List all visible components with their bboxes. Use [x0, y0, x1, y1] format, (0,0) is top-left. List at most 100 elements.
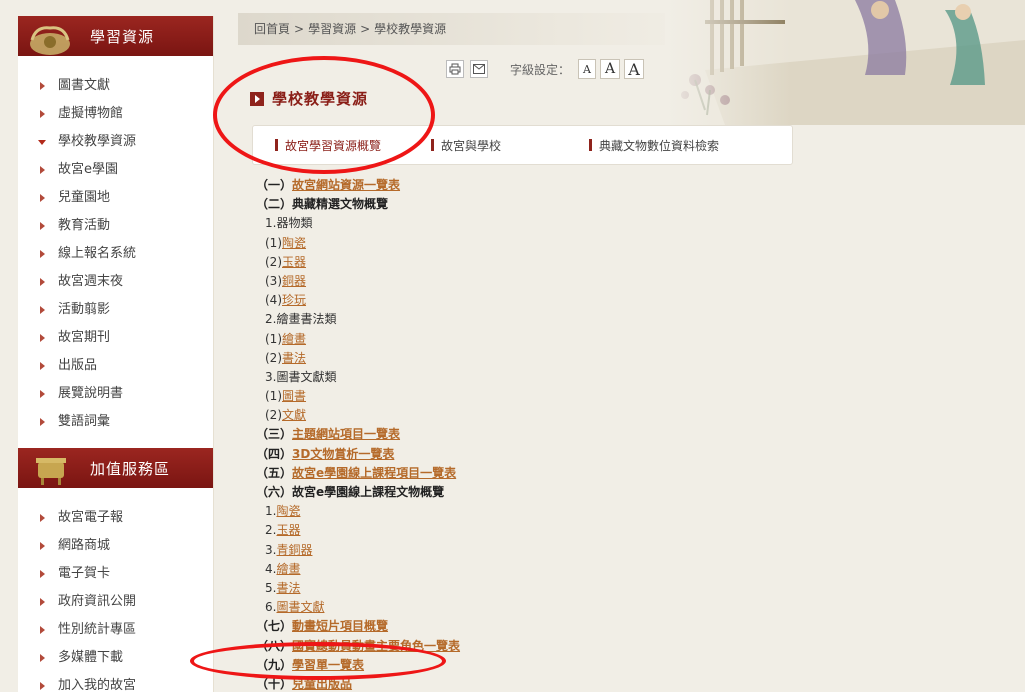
- resource-list: （一）故宮網站資源一覽表 （二）典藏精選文物概覽 1.器物類 (1)陶瓷 (2)玉器 (3…: [256, 176, 776, 692]
- caret-right-icon: [40, 166, 45, 174]
- resource-link[interactable]: 學習單一覽表: [292, 658, 364, 672]
- sidebar-item[interactable]: 教育活動: [18, 212, 213, 240]
- sidebar-item[interactable]: 故宮期刊: [18, 324, 213, 352]
- sidebar-item-label: 出版品: [58, 358, 98, 373]
- resource-link[interactable]: 圖書文獻: [276, 600, 324, 614]
- sidebar-section-title: 加值服務區: [90, 459, 171, 478]
- resource-link[interactable]: 繪畫: [276, 562, 300, 576]
- sidebar-item-label: 雙語詞彙: [58, 414, 111, 429]
- resource-link[interactable]: 故宮網站資源一覽表: [292, 178, 400, 192]
- page-title: 學校教學資源: [250, 88, 368, 109]
- sidebar-item[interactable]: 學校教學資源: [18, 128, 213, 156]
- sidebar-item[interactable]: 加入我的故宮: [18, 672, 213, 692]
- breadcrumb-separator: >: [360, 22, 371, 36]
- sidebar-item[interactable]: 故宮e學園: [18, 156, 213, 184]
- list-item-prefix: 1.: [265, 216, 277, 231]
- resource-link[interactable]: 兒童出版品: [292, 677, 352, 691]
- bronze-vessel-icon: [36, 458, 66, 485]
- list-item: 6.圖書文獻: [256, 598, 776, 617]
- tab-museum-and-school[interactable]: 故宮與學校: [431, 137, 501, 154]
- sidebar-item-label: 政府資訊公開: [58, 594, 137, 609]
- resource-link[interactable]: 故宮e學園線上課程項目一覽表: [292, 466, 456, 480]
- resource-link[interactable]: 陶瓷: [276, 504, 300, 518]
- list-item-prefix: (1): [265, 389, 282, 404]
- list-item: 2.繪畫書法類: [256, 310, 776, 329]
- list-item: 5.書法: [256, 579, 776, 598]
- resource-link[interactable]: 文獻: [282, 408, 306, 422]
- sidebar-item[interactable]: 活動翦影: [18, 296, 213, 324]
- sidebar-item-label: 故宮e學園: [58, 162, 118, 177]
- resource-link[interactable]: 3D文物賞析一覽表: [292, 447, 394, 461]
- resource-link[interactable]: 書法: [282, 351, 306, 365]
- sidebar-item[interactable]: 多媒體下載: [18, 644, 213, 672]
- list-item: （五）故宮e學園線上課程項目一覽表: [256, 464, 776, 483]
- resource-link[interactable]: 書法: [276, 581, 300, 595]
- sidebar-item[interactable]: 出版品: [18, 352, 213, 380]
- caret-down-icon: [38, 140, 46, 145]
- list-item-label: 器物類: [276, 216, 313, 231]
- print-icon: [449, 63, 461, 75]
- resource-link[interactable]: 國寶總動員動畫主要角色一覽表: [292, 639, 460, 653]
- list-item: （一）故宮網站資源一覽表: [256, 176, 776, 195]
- resource-link[interactable]: 動畫短片項目概覽: [292, 619, 388, 633]
- list-item-prefix: 3.: [265, 542, 277, 557]
- breadcrumb-item[interactable]: 回首頁: [254, 22, 290, 36]
- tab-collection-search[interactable]: 典藏文物數位資料檢索: [589, 137, 719, 154]
- list-item: 3.青銅器: [256, 541, 776, 560]
- caret-right-icon: [40, 334, 45, 342]
- resource-link[interactable]: 青銅器: [276, 543, 312, 557]
- list-item-prefix: （五）: [256, 465, 293, 480]
- caret-right-icon: [40, 362, 45, 370]
- sidebar-item[interactable]: 故宮電子報: [18, 504, 213, 532]
- sidebar-item-label: 兒童園地: [58, 190, 111, 205]
- caret-right-icon: [40, 278, 45, 286]
- tab-overview[interactable]: 故宮學習資源概覽: [275, 137, 381, 154]
- resource-link[interactable]: 陶瓷: [282, 236, 306, 250]
- sidebar-item[interactable]: 故宮週末夜: [18, 268, 213, 296]
- sidebar-item[interactable]: 網路商城: [18, 532, 213, 560]
- list-item-prefix: (1): [265, 235, 282, 250]
- sidebar-item[interactable]: 性別統計專區: [18, 616, 213, 644]
- email-button[interactable]: [470, 60, 488, 78]
- resource-link[interactable]: 玉器: [282, 255, 306, 269]
- list-item: （八）國寶總動員動畫主要角色一覽表: [256, 637, 776, 656]
- list-item: （二）典藏精選文物概覽: [256, 195, 776, 214]
- resource-link[interactable]: 銅器: [282, 274, 306, 288]
- list-item: 4.繪畫: [256, 560, 776, 579]
- list-item: （七）動畫短片項目概覽: [256, 617, 776, 636]
- sidebar-item[interactable]: 政府資訊公開: [18, 588, 213, 616]
- decorative-painting: [665, 0, 1025, 125]
- sidebar-item-label: 虛擬博物館: [58, 106, 124, 121]
- resource-link[interactable]: 玉器: [276, 523, 300, 537]
- list-item-prefix: （一）: [256, 178, 293, 192]
- list-item-prefix: 1.: [265, 504, 277, 519]
- list-item-prefix: 6.: [265, 600, 277, 615]
- sidebar-item-label: 多媒體下載: [58, 650, 124, 665]
- sidebar-item[interactable]: 電子賀卡: [18, 560, 213, 588]
- resource-link[interactable]: 主題網站項目一覽表: [292, 427, 400, 441]
- list-item: (1)圖書: [256, 387, 776, 406]
- font-medium-button[interactable]: A: [600, 59, 621, 79]
- resource-link[interactable]: 圖書: [282, 389, 306, 403]
- caret-right-icon: [40, 390, 45, 398]
- list-item: 2.玉器: [256, 521, 776, 540]
- sidebar-item[interactable]: 雙語詞彙: [18, 408, 213, 436]
- sidebar-item[interactable]: 虛擬博物館: [18, 100, 213, 128]
- sidebar-item-label: 加入我的故宮: [58, 678, 137, 692]
- font-large-button[interactable]: A: [624, 59, 645, 79]
- caret-right-icon: [40, 82, 45, 90]
- sidebar-item-label: 教育活動: [58, 218, 111, 233]
- sidebar-item[interactable]: 圖書文獻: [18, 72, 213, 100]
- breadcrumb-item[interactable]: 學習資源: [308, 22, 356, 36]
- list-item-prefix: （八）: [256, 638, 293, 653]
- list-item-prefix: （六）: [256, 485, 293, 499]
- sidebar-item[interactable]: 線上報名系統: [18, 240, 213, 268]
- font-small-button[interactable]: A: [578, 59, 597, 79]
- sidebar-item[interactable]: 展覽說明書: [18, 380, 213, 408]
- list-item: （四）3D文物賞析一覽表: [256, 445, 776, 464]
- resource-link[interactable]: 珍玩: [282, 293, 306, 307]
- resource-link[interactable]: 繪畫: [282, 332, 306, 346]
- sidebar-item[interactable]: 兒童園地: [18, 184, 213, 212]
- print-button[interactable]: [446, 60, 464, 78]
- list-item-label: 典藏精選文物概覽: [292, 197, 389, 212]
